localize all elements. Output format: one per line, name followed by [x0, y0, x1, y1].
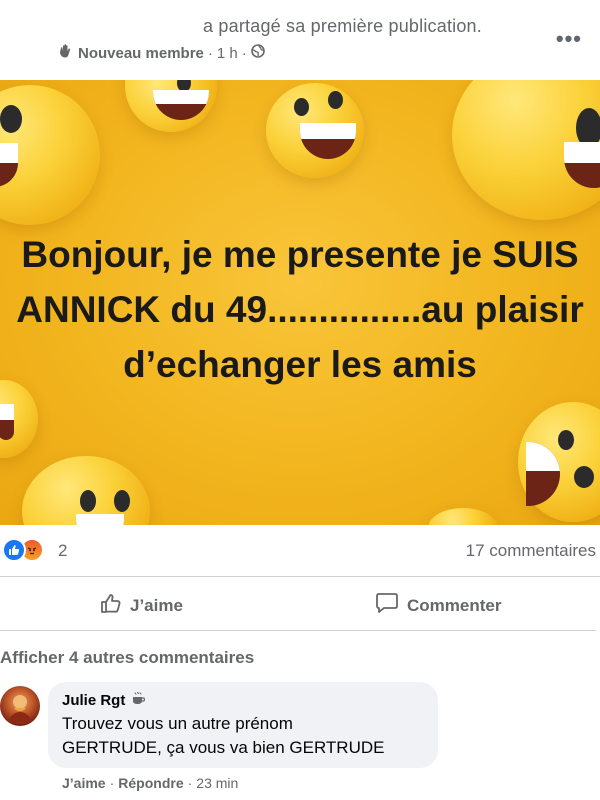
coffee-icon — [131, 690, 147, 710]
like-reaction-icon — [2, 538, 26, 562]
comment-count[interactable]: 17 commentaires — [466, 541, 596, 561]
comment-author[interactable]: Julie Rgt — [62, 692, 125, 709]
avatar[interactable] — [0, 686, 40, 726]
post-actions: J’aime Commenter — [0, 580, 600, 630]
divider — [0, 576, 600, 577]
divider — [0, 630, 596, 631]
laughing-emoji-icon — [428, 508, 498, 525]
comment-icon — [375, 592, 399, 619]
like-button[interactable]: J’aime — [100, 592, 183, 619]
comment-button-label: Commenter — [407, 595, 502, 615]
separator: · — [109, 775, 115, 791]
meta-separator: · — [207, 44, 213, 62]
laughing-emoji-icon — [0, 85, 100, 225]
shared-text: a partagé sa première publication. — [203, 16, 482, 36]
laughing-emoji-icon — [125, 80, 217, 132]
comment-text-line: GERTRUDE, ça vous va bien GERTRUDE — [62, 738, 385, 757]
post-header: a partagé sa première publication. Nouve… — [0, 0, 600, 80]
laughing-emoji-icon — [518, 402, 600, 522]
reaction-count[interactable]: 2 — [58, 541, 67, 561]
post-image-text: Bonjour, je me presente je SUIS ANNICK d… — [0, 227, 600, 392]
laughing-emoji-icon — [22, 456, 150, 525]
comment-author-row: Julie Rgt — [62, 690, 424, 710]
laughing-emoji-icon — [452, 80, 600, 220]
comment-time[interactable]: 23 min — [196, 775, 238, 791]
thumbs-up-icon — [100, 592, 122, 619]
comment-text-line: Trouvez vous un autre prénom — [62, 714, 293, 733]
wave-hand-icon — [58, 43, 74, 63]
reaction-icons[interactable] — [2, 538, 44, 562]
comment-reply-link[interactable]: Répondre — [118, 775, 183, 791]
comment-text: Trouvez vous un autre prénom GERTRUDE, ç… — [62, 712, 424, 760]
post-image[interactable]: Bonjour, je me presente je SUIS ANNICK d… — [0, 80, 600, 525]
laughing-emoji-icon — [266, 83, 364, 178]
reactions-bar: 2 17 commentaires — [0, 530, 600, 574]
comment-bubble: Julie Rgt Trouvez vous un autre prénom G… — [48, 682, 438, 768]
show-more-comments-link[interactable]: Afficher 4 autres commentaires — [0, 648, 254, 668]
meta-separator: · — [241, 44, 247, 62]
more-options-button[interactable]: ••• — [556, 26, 582, 52]
comment-button[interactable]: Commenter — [375, 592, 501, 619]
separator: · — [187, 775, 193, 791]
like-button-label: J’aime — [130, 595, 183, 615]
post-meta: Nouveau membre · 1 h · — [58, 43, 265, 63]
world-icon — [250, 44, 265, 62]
comment-actions: J’aime · Répondre · 23 min — [62, 775, 238, 791]
new-member-badge[interactable]: Nouveau membre — [78, 45, 204, 62]
post-time[interactable]: 1 h — [217, 45, 238, 62]
post-image-caption: Bonjour, je me presente je SUIS ANNICK d… — [16, 234, 584, 385]
comment-like-link[interactable]: J’aime — [62, 775, 106, 791]
